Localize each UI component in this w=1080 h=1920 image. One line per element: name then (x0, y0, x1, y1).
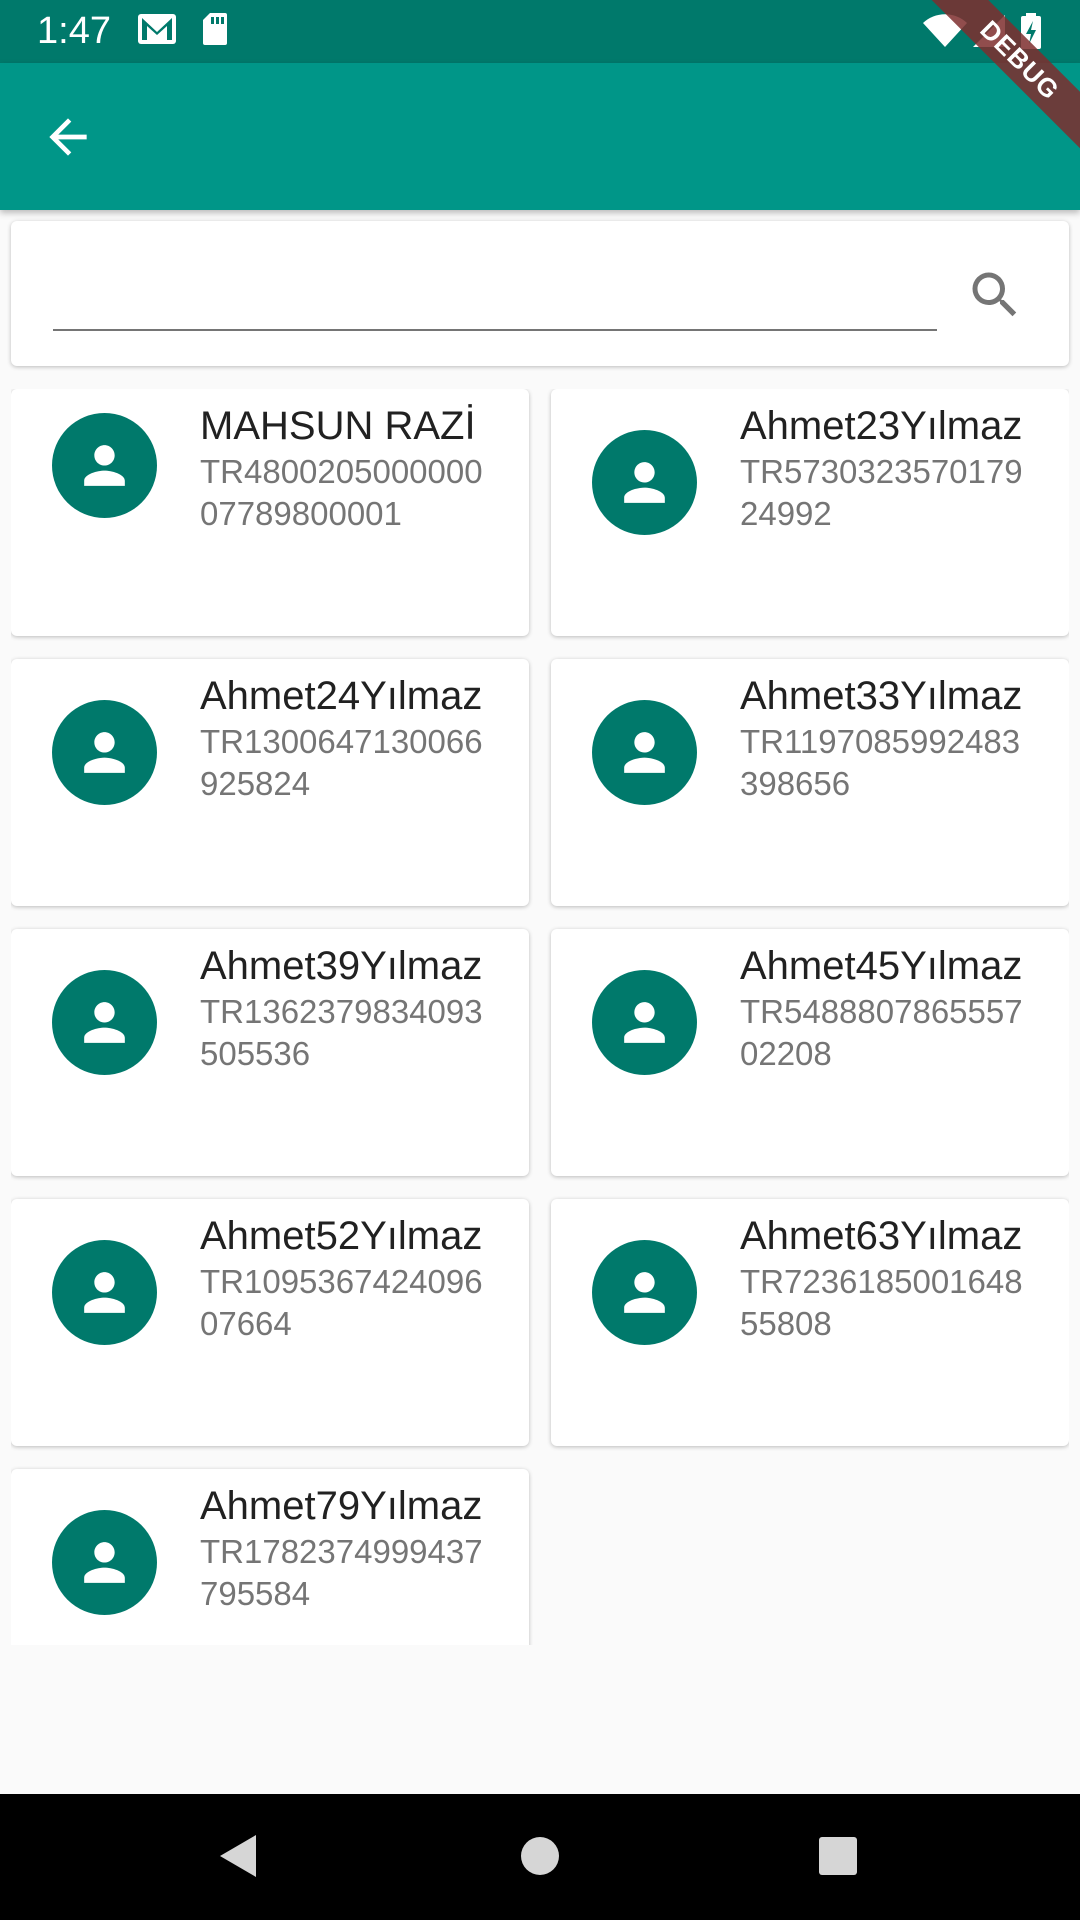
search-button[interactable] (965, 265, 1025, 325)
contact-name: Ahmet33Yılmaz (740, 674, 1023, 718)
nav-home-button[interactable] (519, 1832, 561, 1885)
navigation-bar (0, 1794, 1080, 1920)
contact-text: Ahmet63Yılmaz TR723618500164855808 (740, 1211, 1030, 1345)
contact-iban: TR1362379834093505536 (200, 993, 483, 1072)
person-icon (624, 462, 665, 503)
contact-name: Ahmet52Yılmaz (200, 1214, 483, 1258)
person-icon (624, 732, 665, 773)
contact-card[interactable]: Ahmet45Yılmaz TR548880786555702208 (551, 929, 1069, 1176)
contact-text: MAHSUN RAZİ TR480020500000007789800001 (200, 401, 490, 535)
contact-text: Ahmet79Yılmaz TR1782374999437795584 (200, 1481, 490, 1615)
app-bar (0, 63, 1080, 210)
person-icon (84, 445, 125, 486)
person-icon (624, 1002, 665, 1043)
contact-name: Ahmet24Yılmaz (200, 674, 483, 718)
avatar (52, 700, 157, 805)
person-icon (624, 1272, 665, 1313)
nav-recents-button[interactable] (817, 1832, 859, 1885)
contact-card[interactable]: Ahmet63Yılmaz TR723618500164855808 (551, 1199, 1069, 1446)
contact-card[interactable]: Ahmet23Yılmaz TR573032357017924992 (551, 389, 1069, 636)
avatar (52, 1240, 157, 1345)
search-card (11, 221, 1069, 366)
person-icon (84, 732, 125, 773)
contact-name: Ahmet79Yılmaz (200, 1484, 483, 1528)
contact-iban: TR548880786555702208 (740, 993, 1023, 1072)
contact-text: Ahmet52Yılmaz TR109536742409607664 (200, 1211, 490, 1345)
avatar (592, 430, 697, 535)
person-icon (84, 1272, 125, 1313)
contact-iban: TR1197085992483398656 (740, 723, 1021, 802)
contact-text: Ahmet39Yılmaz TR1362379834093505536 (200, 941, 490, 1075)
contact-name: Ahmet63Yılmaz (740, 1214, 1023, 1258)
avatar (592, 700, 697, 805)
person-icon (84, 1542, 125, 1583)
avatar (592, 970, 697, 1075)
wifi-icon (922, 14, 968, 53)
contact-iban: TR480020500000007789800001 (200, 453, 483, 532)
contact-name: Ahmet39Yılmaz (200, 944, 483, 988)
person-icon (84, 1002, 125, 1043)
battery-icon (1020, 12, 1042, 55)
square-recents-icon (819, 1837, 857, 1875)
search-input[interactable] (53, 261, 937, 331)
status-bar: 1:47 (0, 0, 1080, 63)
triangle-back-icon (220, 1835, 256, 1877)
contact-name: MAHSUN RAZİ (200, 404, 476, 448)
signal-icon (972, 14, 1006, 53)
avatar (592, 1240, 697, 1345)
contact-text: Ahmet24Yılmaz TR1300647130066925824 (200, 671, 490, 805)
avatar (52, 413, 157, 518)
search-icon (972, 272, 1017, 317)
contact-iban: TR723618500164855808 (740, 1263, 1023, 1342)
status-time: 1:47 (37, 10, 111, 52)
nav-back-button[interactable] (216, 1832, 260, 1885)
back-button[interactable] (40, 109, 96, 165)
contacts-grid: MAHSUN RAZİ TR480020500000007789800001 A… (11, 389, 1069, 1645)
contact-text: Ahmet33Yılmaz TR1197085992483398656 (740, 671, 1030, 805)
contact-card[interactable]: Ahmet52Yılmaz TR109536742409607664 (11, 1199, 529, 1446)
avatar (52, 1510, 157, 1615)
contact-iban: TR1300647130066925824 (200, 723, 483, 802)
contact-iban: TR1782374999437795584 (200, 1533, 483, 1612)
arrow-back-icon (49, 118, 87, 156)
gmail-icon (137, 12, 177, 51)
contact-card[interactable]: Ahmet79Yılmaz TR1782374999437795584 (11, 1469, 529, 1645)
contact-iban: TR573032357017924992 (740, 453, 1023, 532)
contact-text: Ahmet45Yılmaz TR548880786555702208 (740, 941, 1030, 1075)
contact-iban: TR109536742409607664 (200, 1263, 483, 1342)
sd-card-icon (202, 12, 228, 51)
contact-text: Ahmet23Yılmaz TR573032357017924992 (740, 401, 1030, 535)
contact-card[interactable]: Ahmet39Yılmaz TR1362379834093505536 (11, 929, 529, 1176)
contact-card[interactable]: MAHSUN RAZİ TR480020500000007789800001 (11, 389, 529, 636)
contact-name: Ahmet23Yılmaz (740, 404, 1023, 448)
contact-card[interactable]: Ahmet24Yılmaz TR1300647130066925824 (11, 659, 529, 906)
avatar (52, 970, 157, 1075)
contact-card[interactable]: Ahmet33Yılmaz TR1197085992483398656 (551, 659, 1069, 906)
circle-home-icon (521, 1837, 559, 1875)
contact-name: Ahmet45Yılmaz (740, 944, 1023, 988)
